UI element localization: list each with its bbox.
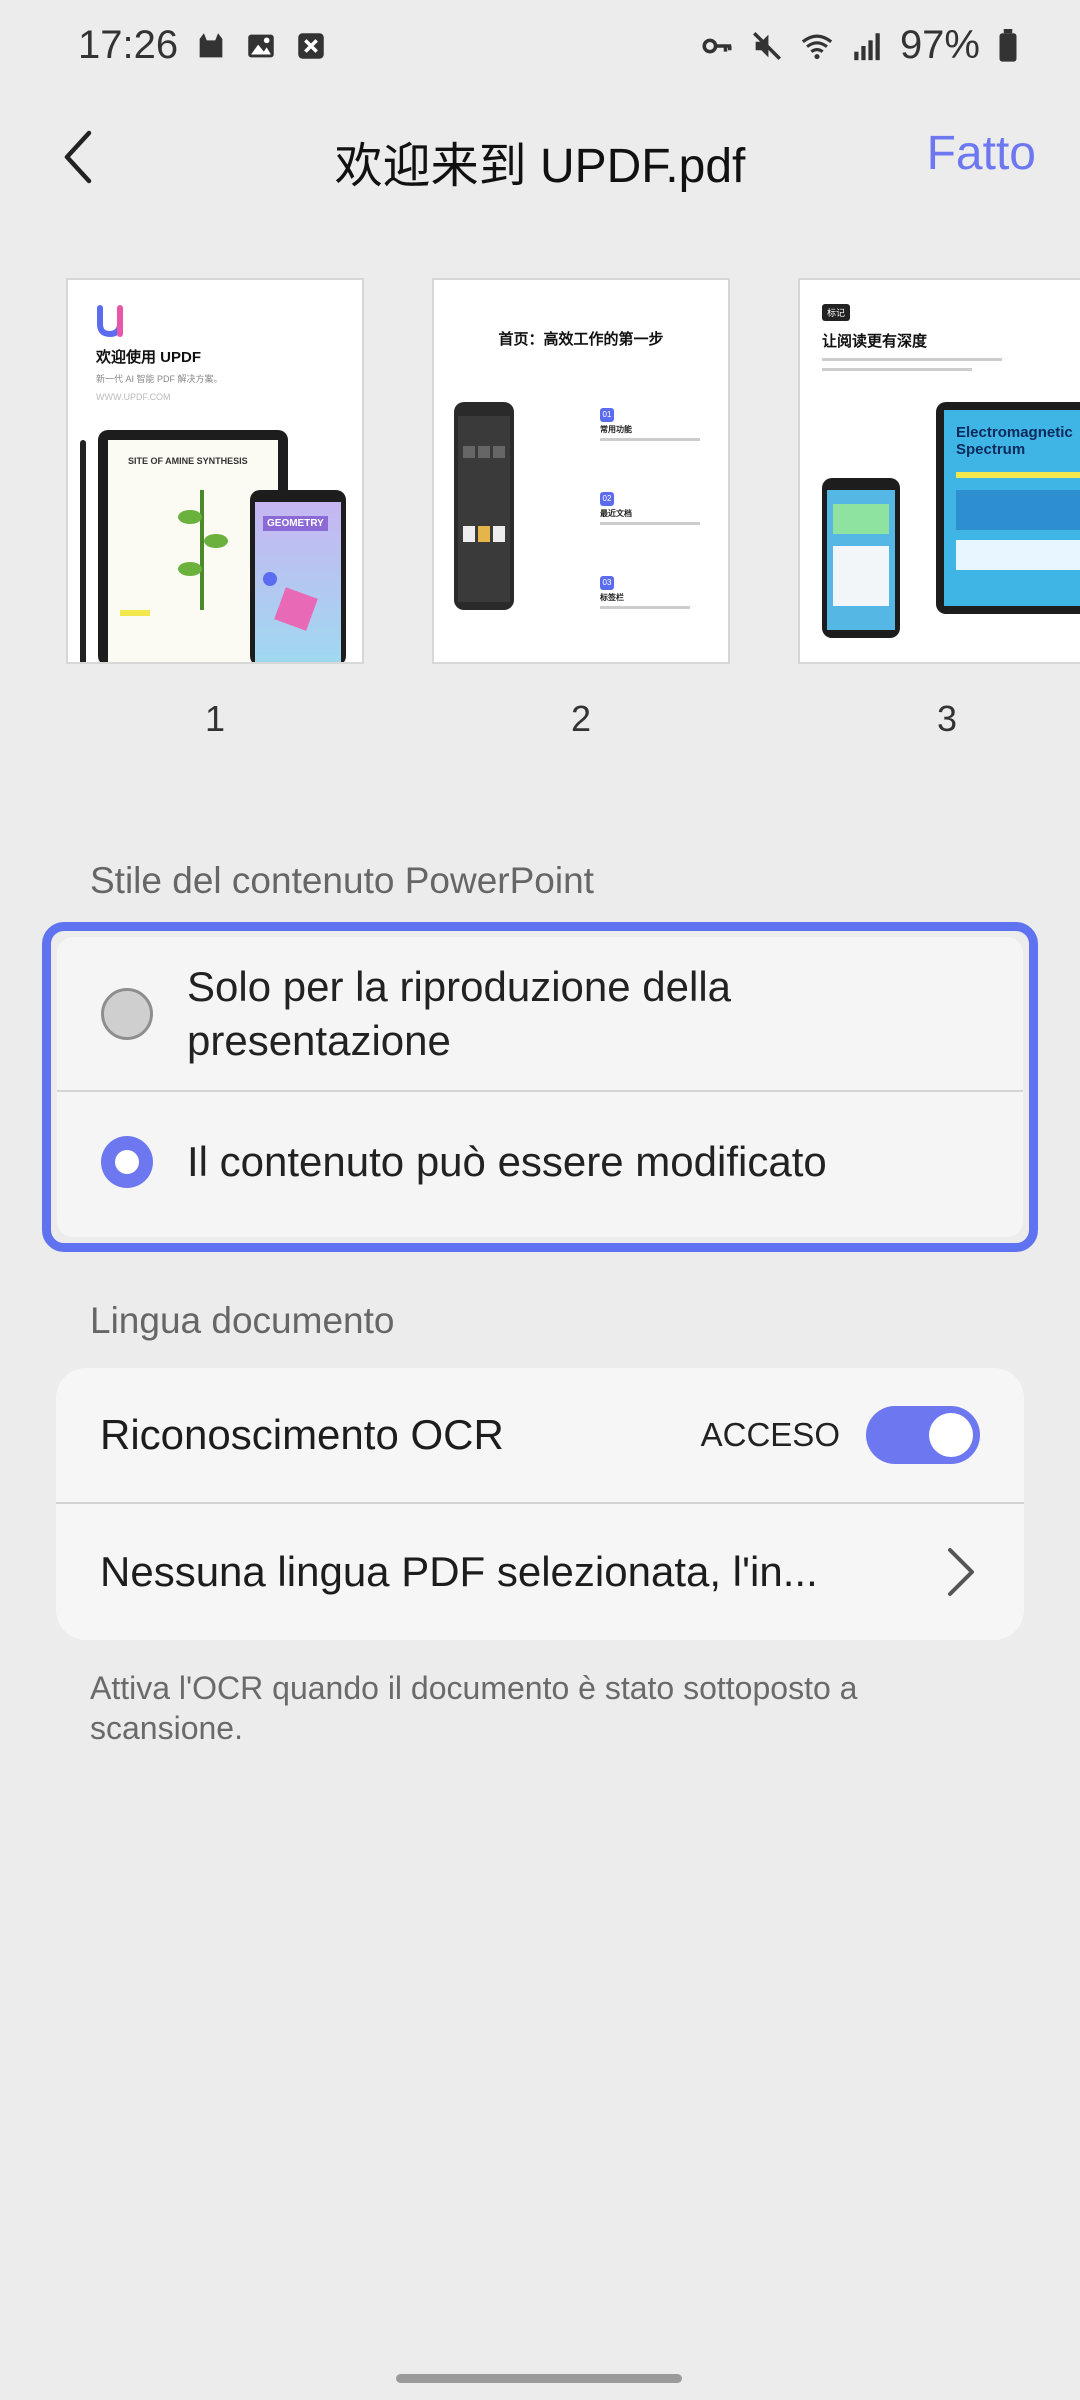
thumbnail-url: WWW.UPDF.COM [96, 392, 171, 402]
stylus-mockup [80, 440, 86, 662]
ocr-label: Riconoscimento OCR [100, 1411, 504, 1458]
status-bar: 17:26 97% [0, 0, 1080, 90]
step-label: 常用功能 [600, 425, 632, 434]
thumbnail-page-3[interactable]: 标记 让阅读更有深度 Electromagnetic Spectrum 3 [798, 278, 1080, 748]
ocr-toggle-switch[interactable] [866, 1406, 980, 1464]
phone-screen [458, 416, 510, 602]
status-right: 97% [700, 23, 1020, 68]
done-button[interactable]: Fatto [927, 126, 1036, 181]
home-indicator[interactable] [396, 2374, 682, 2383]
radio-button-unselected[interactable] [101, 987, 153, 1040]
step-label: 最近文档 [600, 509, 632, 518]
powerpoint-style-group: Solo per la riproduzione della presentaz… [42, 922, 1038, 1252]
thumbnail-art-title: SITE OF AMINE SYNTHESIS [128, 456, 248, 466]
phone-screen [827, 490, 895, 630]
status-left: 17:26 [78, 23, 328, 68]
cat-icon [194, 28, 228, 62]
phone-mockup [822, 478, 900, 638]
thumbnail-art-title: Electromagnetic Spectrum [956, 424, 1073, 458]
image-icon [244, 28, 278, 62]
style-section-label: Stile del contenuto PowerPoint [90, 860, 594, 901]
thumbnail-page-2[interactable]: 首页：高效工作的第一步 01 常用功能 02 最近文档 03 标签栏 2 [432, 278, 730, 748]
language-select-row[interactable]: Nessuna lingua PDF selezionata, l'in... [56, 1504, 1024, 1640]
page-thumbnails: 欢迎使用 UPDF 新一代 AI 智能 PDF 解决方案。 WWW.UPDF.C… [66, 278, 1080, 748]
thumbnail-subheading: 新一代 AI 智能 PDF 解决方案。 [96, 374, 223, 384]
option-label: Solo per la riproduzione della presentaz… [187, 962, 732, 1064]
battery-icon [996, 28, 1020, 62]
step-badge: 02 [600, 492, 614, 506]
thumbnail-heading: 欢迎使用 UPDF [96, 349, 202, 366]
option-label: Il contenuto può essere modificato [187, 1138, 827, 1185]
thumbnail-image: 首页：高效工作的第一步 01 常用功能 02 最近文档 03 标签栏 [432, 278, 730, 664]
radio-button-selected[interactable] [101, 1136, 153, 1188]
key-icon [700, 28, 734, 62]
ocr-hint-text: Attiva l'OCR quando il documento è stato… [90, 1670, 858, 1746]
step-badge: 03 [600, 576, 614, 590]
step-label: 标签栏 [600, 593, 624, 602]
battery-percent: 97% [899, 22, 980, 67]
thumbnail-page-1[interactable]: 欢迎使用 UPDF 新一代 AI 智能 PDF 解决方案。 WWW.UPDF.C… [66, 278, 364, 748]
phone-mockup [454, 402, 514, 610]
plant-illustration [178, 490, 228, 610]
phone-mockup: GEOMETRY [250, 490, 346, 662]
ocr-toggle-state: ACCESO [700, 1416, 840, 1453]
thumbnail-number: 3 [936, 698, 958, 739]
language-selection-text: Nessuna lingua PDF selezionata, l'in... [100, 1548, 818, 1595]
app-header: 欢迎来到 UPDF.pdf Fatto [0, 100, 1080, 210]
language-section-label: Lingua documento [90, 1300, 395, 1341]
thumbnail-number: 1 [204, 698, 226, 739]
signal-icon [850, 28, 884, 62]
close-box-icon [294, 28, 328, 62]
updf-logo [97, 305, 123, 338]
step-badge: 01 [600, 408, 614, 422]
style-options-card: Solo per la riproduzione della presentaz… [57, 937, 1023, 1237]
ocr-row[interactable]: Riconoscimento OCR ACCESO [56, 1368, 1024, 1504]
wifi-icon [800, 28, 834, 62]
thumbnail-heading: 让阅读更有深度 [822, 333, 928, 350]
status-time: 17:26 [78, 22, 179, 67]
thumbnail-image: 标记 让阅读更有深度 Electromagnetic Spectrum [798, 278, 1080, 664]
thumbnail-number: 2 [570, 698, 592, 739]
tablet-screen: Electromagnetic Spectrum [944, 410, 1080, 606]
ocr-toggle-group: ACCESO [701, 1406, 980, 1464]
thumbnail-art-label: GEOMETRY [263, 516, 328, 531]
tablet-mockup: Electromagnetic Spectrum [936, 402, 1080, 614]
thumbnail-badge: 标记 [822, 304, 851, 321]
thumbnail-heading: 首页：高效工作的第一步 [498, 331, 664, 348]
chevron-right-icon [948, 1548, 974, 1596]
mute-icon [750, 28, 784, 62]
option-editable[interactable]: Il contenuto può essere modificato [57, 1092, 1023, 1232]
toggle-knob [929, 1413, 973, 1457]
thumbnail-image: 欢迎使用 UPDF 新一代 AI 智能 PDF 解决方案。 WWW.UPDF.C… [66, 278, 364, 664]
phone-screen: GEOMETRY [255, 502, 341, 662]
ocr-settings-card: Riconoscimento OCR ACCESO Nessuna lingua… [56, 1368, 1024, 1640]
option-playback-only[interactable]: Solo per la riproduzione della presentaz… [57, 937, 1023, 1092]
page-title: 欢迎来到 UPDF.pdf [334, 140, 746, 193]
